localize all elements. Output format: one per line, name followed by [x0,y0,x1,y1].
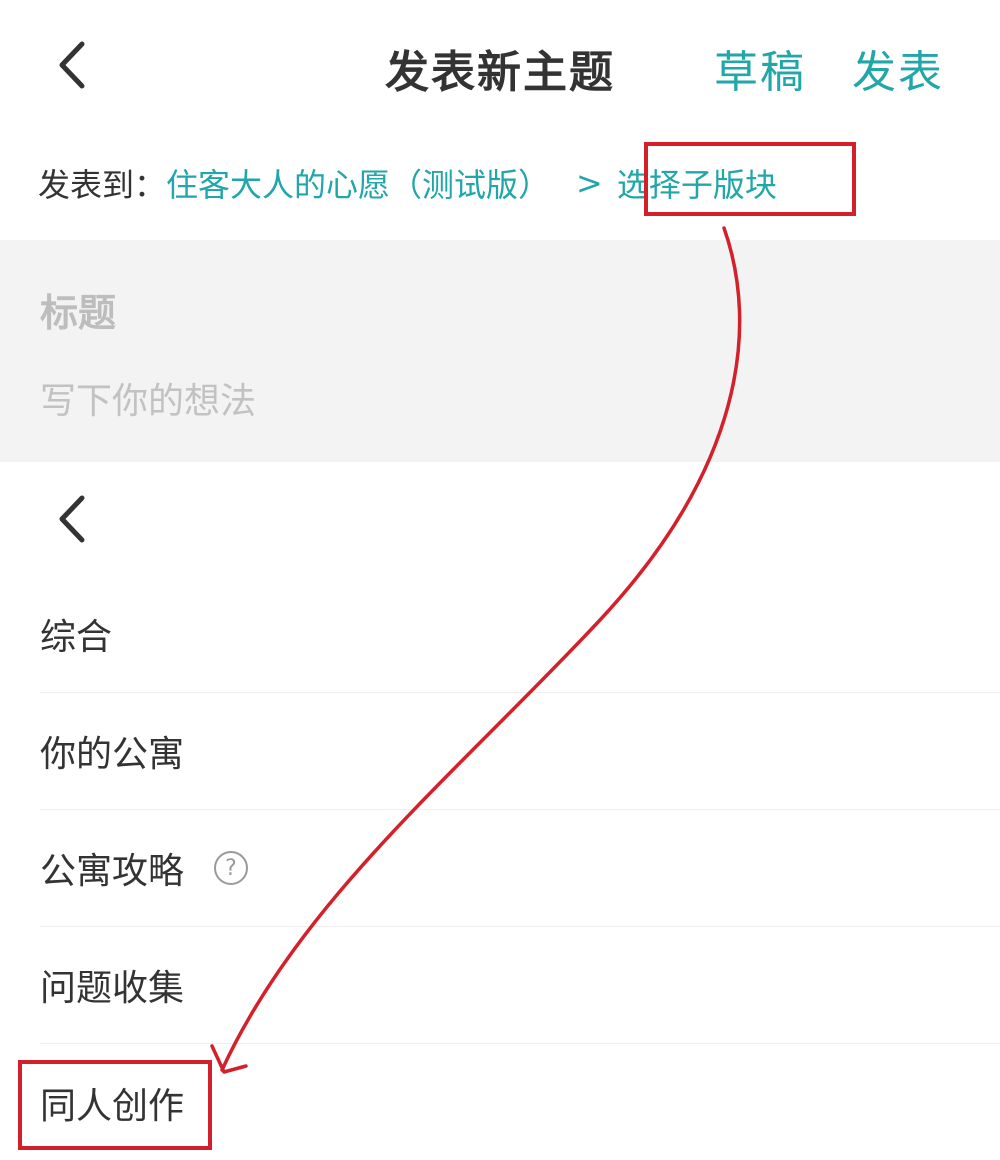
title-input[interactable]: 标题 [40,282,116,337]
forum-link[interactable]: 住客大人的心愿（测试版） [166,160,550,206]
page-title: 发表新主题 [385,47,615,98]
header: 发表新主题 草稿 发表 [0,0,1000,130]
subforum-label: 你的公寓 [40,734,185,775]
subforum-label: 综合 [40,617,113,658]
subforum-item-general[interactable]: 综合 [40,576,1000,693]
editor-area: 标题 写下你的想法 [0,240,1000,462]
content-input[interactable]: 写下你的想法 [40,372,256,424]
annotation-box-select-subforum [644,142,856,216]
chevron-left-icon [59,495,85,543]
subforum-item-issue-collection[interactable]: 问题收集 [40,927,1000,1044]
chevron-right-icon: > [576,164,603,202]
page: 发表新主题 草稿 发表 发表到： 住客大人的心愿（测试版） > 选择子版块 标题… [0,0,1000,1160]
publish-button[interactable]: 发表 [852,36,944,100]
subforum-label: 问题收集 [40,968,185,1009]
subforum-back-button[interactable] [52,492,100,546]
subforum-item-apartment-guide[interactable]: 公寓攻略 ? [40,810,1000,927]
draft-button[interactable]: 草稿 [714,36,806,100]
subforum-label: 公寓攻略 [40,851,185,892]
annotation-box-fan-creation [18,1060,212,1150]
help-icon[interactable]: ? [214,851,249,885]
subforum-item-your-apartment[interactable]: 你的公寓 [40,693,1000,810]
post-to-label: 发表到： [38,166,167,204]
